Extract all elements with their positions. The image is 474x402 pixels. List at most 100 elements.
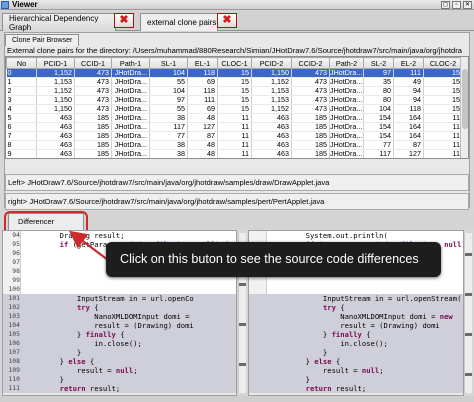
code-line: result = (Drawing) domi [249, 321, 463, 330]
table-cell: 127 [393, 149, 424, 158]
table-cell: 154 [363, 122, 394, 132]
code-line: 106 in.close(); [3, 339, 236, 348]
column-header[interactable]: EL-1 [187, 57, 218, 69]
table-cell: 87 [393, 140, 424, 150]
table-cell: 49 [393, 77, 424, 87]
column-header[interactable]: SL-1 [149, 57, 188, 69]
table-cell: 35 [363, 77, 394, 87]
table-cell: 185 [291, 131, 330, 141]
table-cell: JHotDra... [111, 122, 150, 132]
right-diff-overview-ruler[interactable] [464, 233, 472, 393]
tab-external-clone-pairs[interactable]: external clone pairs [140, 13, 218, 31]
table-cell: 463 [251, 149, 292, 158]
table-cell: JHotDra... [111, 140, 150, 150]
table-row[interactable]: 8 463 185 JHotDra... 38 48 11 463 185 JHotDra... 7… [6, 140, 463, 150]
line-number: 111 [8, 384, 20, 392]
column-header[interactable]: SL-2 [363, 57, 394, 69]
table-cell: 15 [423, 104, 463, 114]
table-cell: 97 [363, 68, 394, 78]
column-header[interactable]: Path-1 [111, 57, 150, 69]
table-cell: 104 [363, 104, 394, 114]
directory-label: External clone pairs for the directory: … [7, 46, 462, 55]
table-cell: 473 [291, 86, 330, 96]
table-cell: 185 [74, 140, 112, 150]
table-cell: 154 [363, 131, 394, 141]
table-cell: 473 [291, 77, 330, 87]
line-number: 98 [12, 267, 20, 275]
scrollbar-thumb[interactable] [462, 69, 468, 129]
table-cell: 1,152 [251, 77, 292, 87]
table-cell: 185 [74, 131, 112, 141]
window-titlebar: Viewer ◻ ▫ ✕ [0, 0, 474, 10]
right-file-path: right> JHotDraw7.6/Source/jhotdraw7/src/… [5, 193, 469, 210]
table-header: No PCID-1 CCID-1 Path-1 SL-1 EL-1 CLOC-1 PCID-2… [6, 57, 463, 69]
table-cell: 97 [149, 95, 188, 105]
close-tab-hierarchical-button[interactable]: ✖ [114, 13, 134, 28]
column-header[interactable]: No [6, 57, 37, 69]
column-header[interactable]: PCID-2 [251, 57, 292, 69]
line-number: 94 [12, 231, 20, 239]
close-tab-clone-pairs-button[interactable]: ✖ [217, 13, 237, 28]
table-cell: 154 [363, 113, 394, 123]
column-header[interactable]: CLOC-2 [423, 57, 463, 69]
code-line: 107 } [3, 348, 236, 357]
table-cell: 164 [393, 113, 424, 123]
line-number: 101 [8, 294, 20, 302]
table-row[interactable]: 7 463 185 JHotDra... 77 87 11 463 185 JHotDra... 1… [6, 131, 463, 141]
table-cell: JHotDra... [329, 149, 364, 158]
column-header[interactable]: CCID-1 [74, 57, 112, 69]
table-cell: 7 [6, 131, 37, 141]
maximize-button[interactable]: ▫ [452, 1, 461, 9]
table-cell: 69 [187, 77, 218, 87]
table-row[interactable]: 3 1,150 473 JHotDra... 97 111 15 1,153 473 JHotDr… [6, 95, 463, 105]
column-header[interactable]: EL-2 [393, 57, 424, 69]
table-cell: 15 [217, 86, 252, 96]
table-cell: JHotDra... [329, 68, 364, 78]
table-row[interactable]: 5 463 185 JHotDra... 38 48 11 463 185 JHotDra... 1… [6, 113, 463, 123]
table-cell: JHotDra... [111, 131, 150, 141]
table-cell: JHotDra... [112, 159, 150, 160]
code-text: } [271, 375, 310, 384]
table-cell: 127 [188, 159, 218, 160]
column-header[interactable]: CLOC-1 [217, 57, 252, 69]
column-header[interactable]: Path-2 [329, 57, 364, 69]
table-row[interactable]: 0 1,152 473 JHotDra... 104 118 15 1,150 473 JHotD… [6, 68, 463, 78]
column-header[interactable]: CCID-2 [291, 57, 330, 69]
table-cell: 463 [251, 113, 292, 123]
table-row[interactable]: 2 1,152 473 JHotDra... 104 118 15 1,153 473 JHotD… [6, 86, 463, 96]
code-text: } else { [25, 357, 95, 366]
close-icon: ✖ [222, 14, 232, 26]
code-text: return result; [305, 384, 367, 393]
table-row[interactable]: 10463185JHotDra...11712711463185JHotDra.… [7, 159, 463, 160]
table-vertical-scrollbar[interactable] [460, 57, 468, 158]
line-number: 105 [8, 330, 20, 338]
table-row[interactable]: 6 463 185 JHotDra... 117 127 11 463 185 JHotDra..… [6, 122, 463, 132]
table-row[interactable]: 1 1,153 473 JHotDra... 55 69 15 1,152 473 JHotDra… [6, 77, 463, 87]
table-cell: JHotDra... [329, 140, 364, 150]
window-close-button[interactable]: ✕ [463, 1, 472, 9]
clone-pairs-table[interactable]: No PCID-1 CCID-1 Path-1 SL-1 EL-1 CLOC-1 PCID-2… [5, 56, 469, 159]
window-title: Viewer [12, 0, 38, 9]
tab-clone-pair-browser[interactable]: Clone Pair Browser [5, 34, 80, 46]
minimize-button[interactable]: ◻ [441, 1, 450, 9]
code-line: 103 NanoXMLDOMInput domi = [3, 312, 236, 321]
table-cell: 185 [291, 149, 330, 158]
code-line: 100 [3, 285, 236, 294]
table-cell: 185 [291, 113, 330, 123]
line-number: 106 [8, 339, 20, 347]
table-cell: JHotDra... [111, 68, 150, 78]
table-cell: 463 [251, 140, 292, 150]
table-row[interactable]: 9 463 185 JHotDra... 38 48 11 463 185 JHotDra... 1… [6, 149, 463, 158]
line-number: 104 [8, 321, 20, 329]
column-header[interactable]: PCID-1 [36, 57, 75, 69]
table-cell: 11 [218, 159, 252, 160]
table-cell: 80 [363, 86, 394, 96]
table-row[interactable]: 4 1,150 473 JHotDra... 55 69 15 1,152 473 JHotDra… [6, 104, 463, 114]
tab-hierarchical-dependency-graph[interactable]: Hierarchical Dependency Graph [2, 13, 116, 32]
code-text: } [25, 375, 64, 384]
code-text: try { [322, 303, 345, 312]
code-text: } [25, 348, 82, 357]
table-cell: 15 [217, 95, 252, 105]
editor-tab-strip: Hierarchical Dependency Graph ✖ external… [0, 11, 474, 32]
